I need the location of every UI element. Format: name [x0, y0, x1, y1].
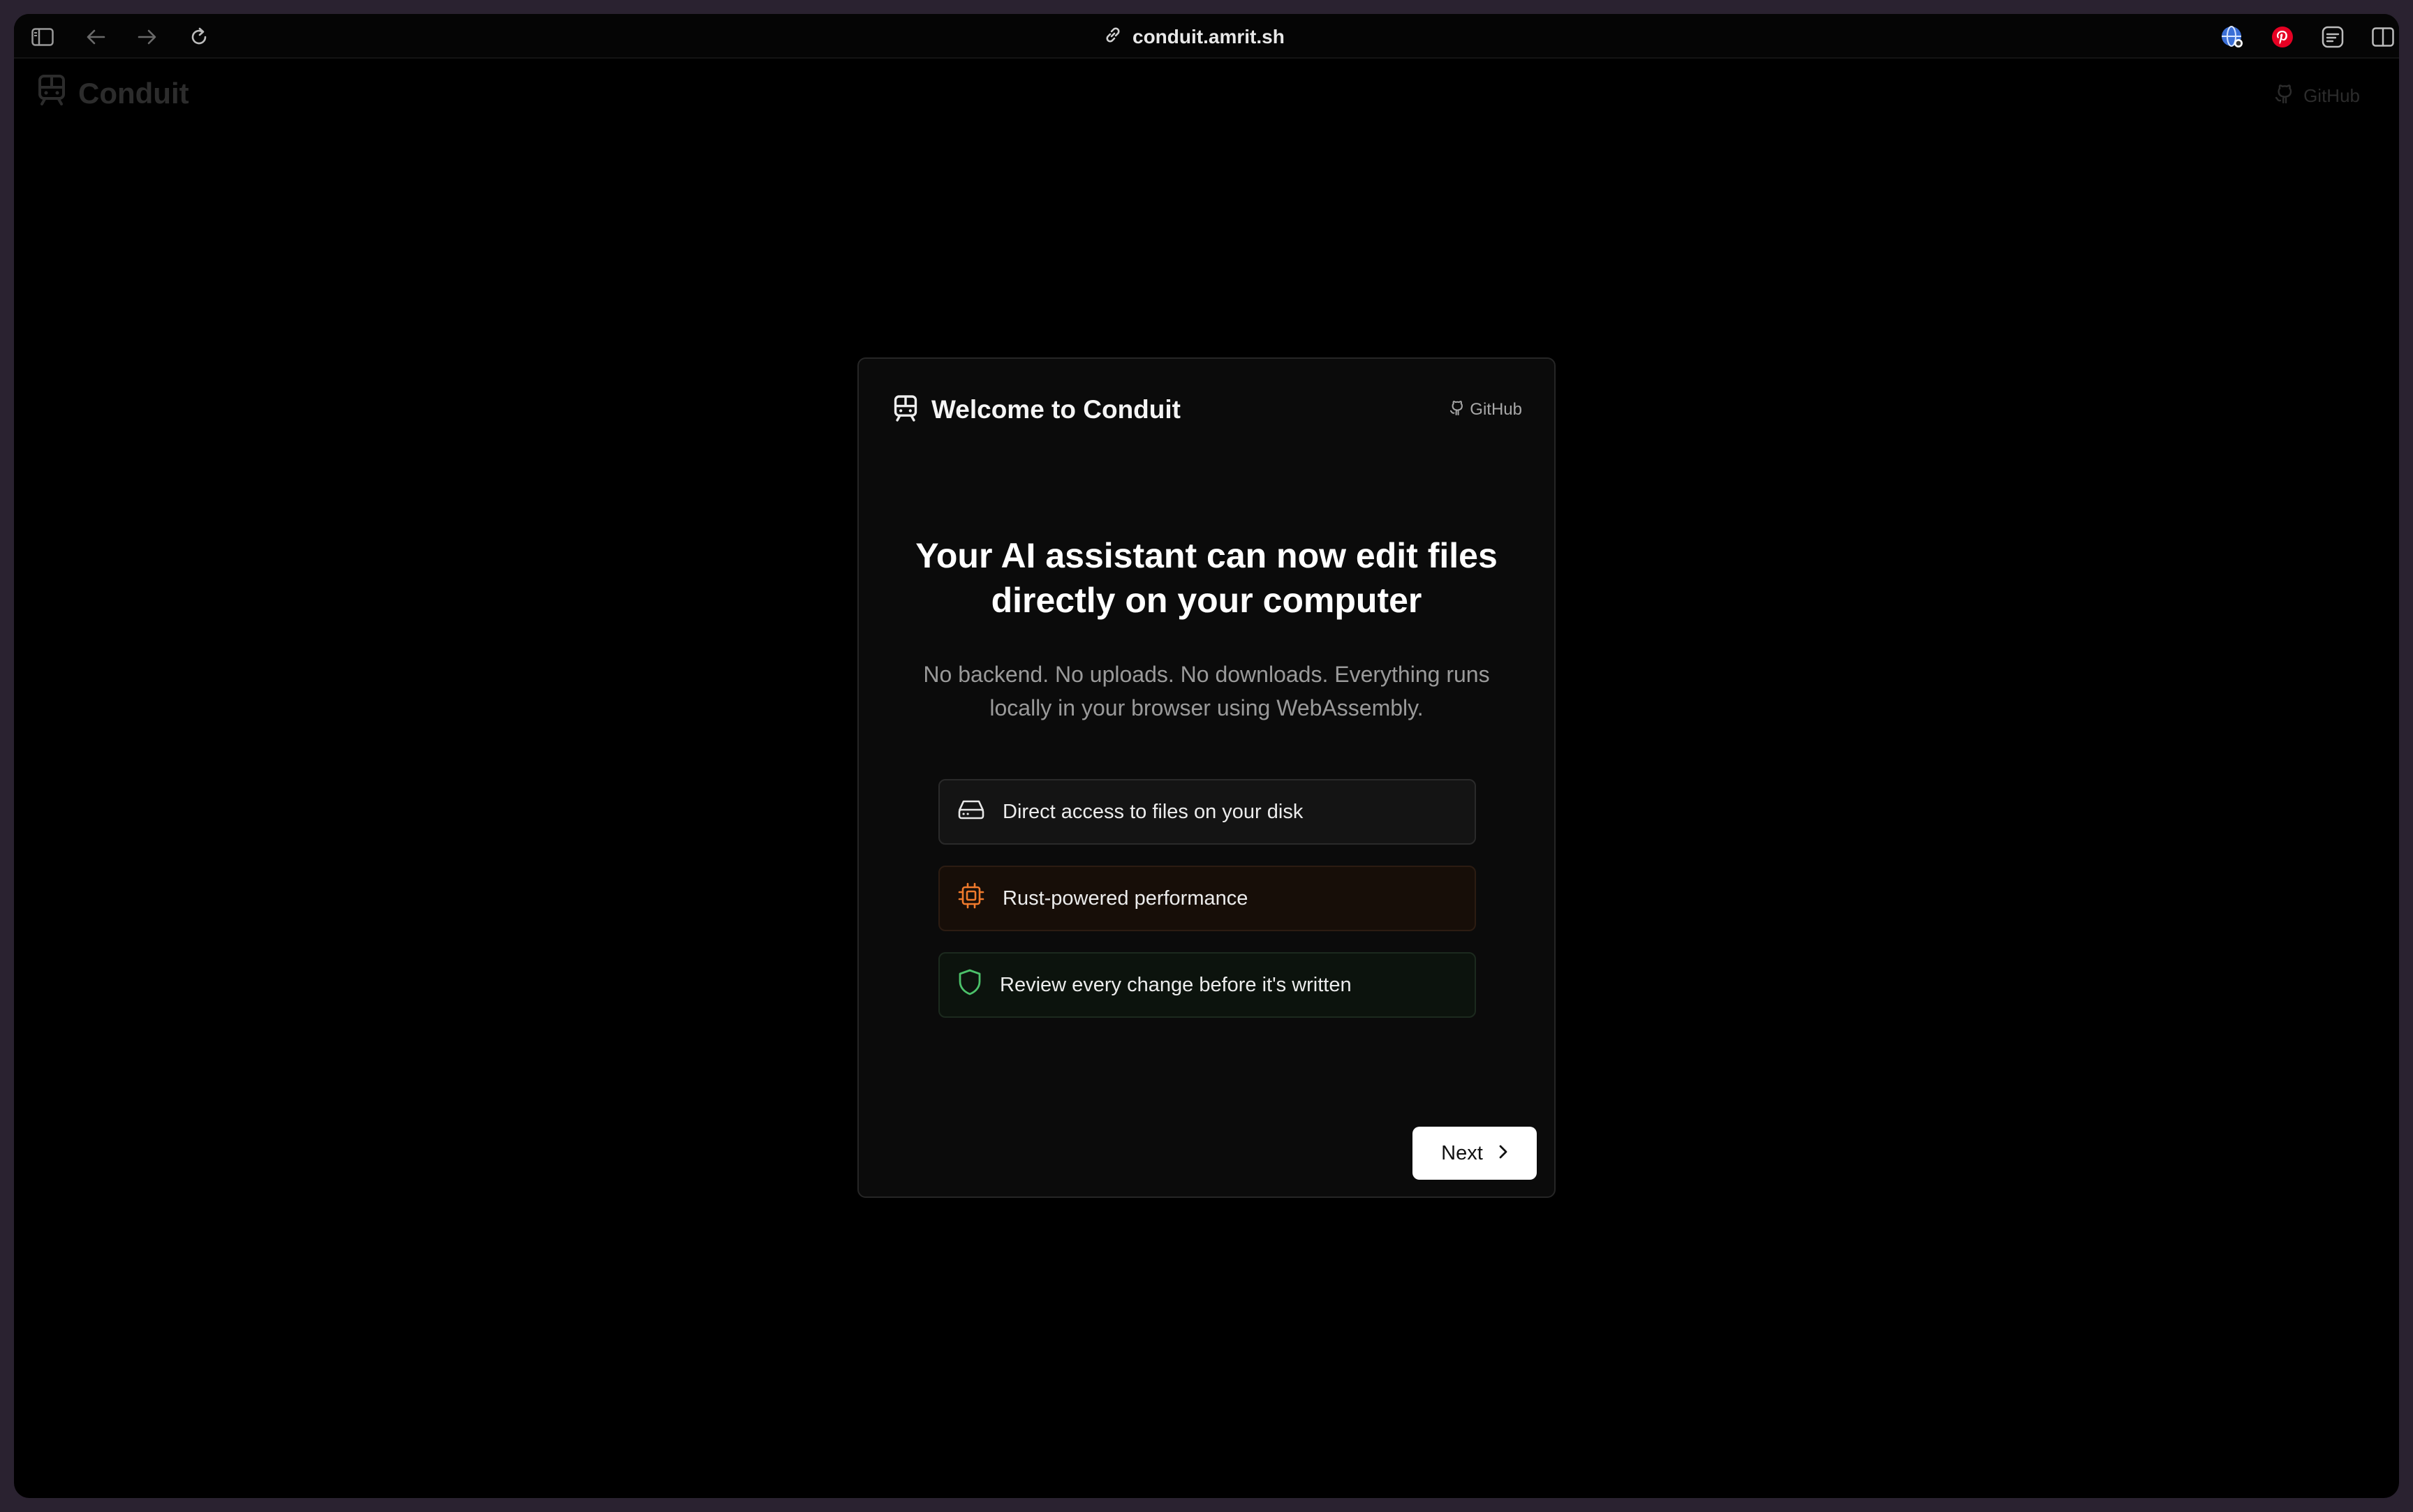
headline-line-2: directly on your computer: [991, 581, 1422, 620]
next-button-label: Next: [1441, 1141, 1483, 1164]
forward-arrow-icon[interactable]: [135, 25, 159, 49]
dialog-title-group: Welcome to Conduit: [894, 394, 1181, 426]
feature-label: Direct access to files on your disk: [1003, 800, 1304, 823]
train-icon: [38, 74, 66, 113]
reload-icon[interactable]: [187, 25, 211, 49]
feature-label: Rust-powered performance: [1003, 887, 1248, 910]
next-button[interactable]: Next: [1412, 1127, 1537, 1180]
github-icon: [2275, 84, 2294, 108]
app-header: Conduit GitHub: [14, 60, 2399, 130]
welcome-dialog: Welcome to Conduit GitHub Your AI assist…: [857, 357, 1556, 1198]
shield-icon: [958, 969, 982, 1001]
cpu-icon: [958, 882, 984, 914]
github-icon: [1450, 400, 1464, 420]
browser-window: conduit.amrit.sh Conduit GitHub Welcome …: [14, 14, 2399, 1498]
train-icon: [894, 394, 917, 426]
hard-drive-icon: [958, 799, 984, 825]
dialog-subtext: No backend. No uploads. No downloads. Ev…: [901, 658, 1512, 725]
dialog-headline: Your AI assistant can now edit files dir…: [859, 533, 1554, 623]
dialog-title: Welcome to Conduit: [931, 395, 1181, 424]
dialog-github-label: GitHub: [1470, 400, 1522, 419]
back-arrow-icon[interactable]: [84, 25, 108, 49]
url-text: conduit.amrit.sh: [1132, 26, 1285, 47]
link-icon: [1103, 25, 1123, 50]
subtext-line-2: locally in your browser using WebAssembl…: [989, 695, 1424, 720]
subtext-line-1: No backend. No uploads. No downloads. Ev…: [923, 662, 1490, 687]
headline-line-1: Your AI assistant can now edit files: [915, 536, 1498, 575]
app-github-link[interactable]: GitHub: [2275, 84, 2360, 108]
extension-globe-icon[interactable]: [2220, 25, 2244, 49]
feature-item-review: Review every change before it's written: [938, 952, 1476, 1018]
feature-label: Review every change before it's written: [1000, 973, 1352, 996]
sidebar-toggle-icon[interactable]: [31, 25, 54, 49]
feature-item-disk-access: Direct access to files on your disk: [938, 779, 1476, 845]
feature-item-performance: Rust-powered performance: [938, 866, 1476, 931]
extension-box-icon[interactable]: [2321, 25, 2345, 49]
dialog-github-link[interactable]: GitHub: [1450, 400, 1522, 420]
app-name: Conduit: [78, 77, 189, 110]
pinterest-icon[interactable]: [2271, 25, 2294, 49]
dialog-header: Welcome to Conduit GitHub: [894, 392, 1522, 427]
browser-toolbar: conduit.amrit.sh: [14, 14, 2399, 59]
app-github-label: GitHub: [2303, 85, 2360, 106]
chevron-right-icon: [1498, 1142, 1508, 1165]
address-bar[interactable]: conduit.amrit.sh: [1103, 24, 1285, 50]
app-logo[interactable]: Conduit: [38, 74, 189, 113]
split-view-icon[interactable]: [2371, 25, 2395, 49]
